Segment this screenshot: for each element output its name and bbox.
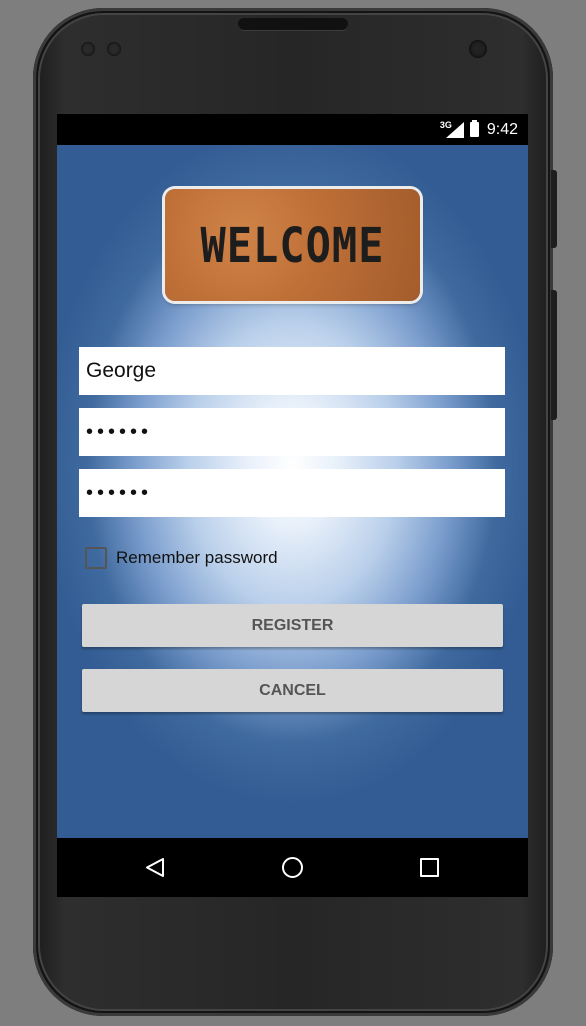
app-content: WELCOME George •••••• •••••• Remember pa… (57, 145, 528, 838)
navigation-bar (57, 838, 528, 897)
welcome-mat-image: WELCOME (165, 189, 420, 301)
password-input[interactable]: •••••• (79, 408, 505, 456)
username-value: George (86, 359, 157, 382)
battery-charging-icon (469, 120, 479, 137)
speaker-grille (238, 18, 348, 30)
volume-button (551, 290, 557, 420)
welcome-mat-text: WELCOME (200, 216, 385, 274)
cancel-button[interactable]: CANCEL (82, 669, 503, 712)
confirm-password-value: •••••• (86, 481, 153, 504)
signal-strength-icon (445, 121, 464, 138)
username-input[interactable]: George (79, 347, 505, 395)
confirm-password-input[interactable]: •••••• (79, 469, 505, 517)
register-button[interactable]: REGISTER (82, 604, 503, 647)
remember-password-label: Remember password (116, 548, 278, 567)
front-camera (469, 40, 487, 58)
power-button (551, 170, 557, 248)
remember-password-checkbox[interactable] (85, 547, 107, 569)
status-time: 9:42 (486, 120, 518, 138)
signal-icon: 3G (440, 120, 464, 140)
remember-password-row[interactable]: Remember password (85, 547, 278, 569)
password-value: •••••• (86, 420, 153, 443)
back-icon[interactable] (145, 857, 165, 878)
sensor-dots (81, 42, 121, 56)
screen: 3G 9:42 WELCOME George •••••• •••••• Rem… (57, 114, 528, 897)
status-bar: 3G 9:42 (57, 114, 528, 145)
recents-icon[interactable] (420, 858, 439, 877)
home-icon[interactable] (282, 857, 303, 878)
